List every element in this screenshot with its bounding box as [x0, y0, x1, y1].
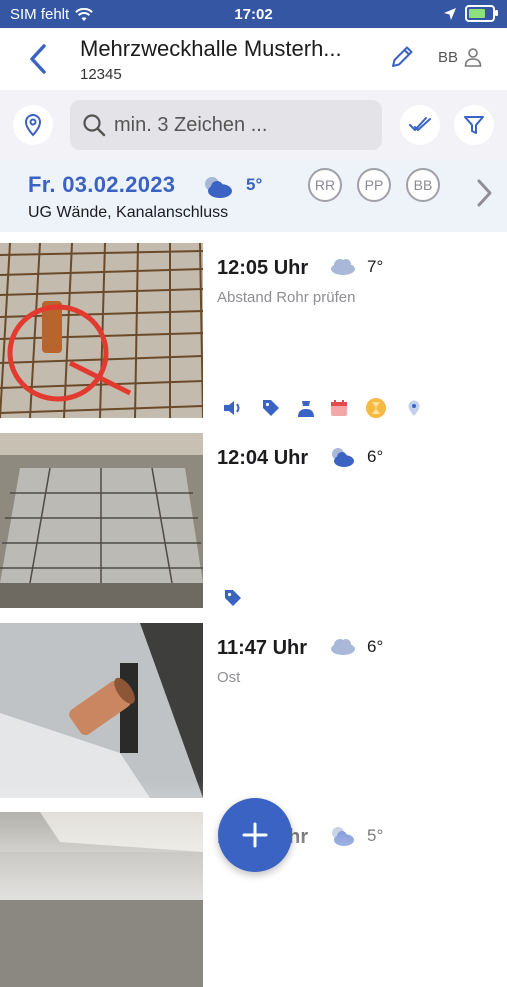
participant-badge[interactable]: RR: [308, 168, 342, 202]
entry-temperature: 6°: [367, 637, 384, 656]
hourglass-icon: [365, 397, 387, 419]
log-entry[interactable]: 12:04 Uhr 6°: [0, 433, 507, 608]
location-arrow-icon: [444, 7, 456, 20]
edit-pencil-icon[interactable]: [388, 43, 416, 71]
participant-badge[interactable]: BB: [406, 168, 440, 202]
search-input[interactable]: min. 3 Zeichen ...: [70, 100, 382, 150]
location-pin-icon: [24, 114, 42, 137]
back-chevron-icon[interactable]: [24, 42, 54, 76]
location-filter-button[interactable]: [13, 105, 53, 145]
status-bar: SIM fehlt 17:02: [0, 0, 507, 28]
page-title: Mehrzweckhalle Musterh...: [80, 36, 342, 61]
search-icon: [83, 114, 106, 137]
day-header[interactable]: Fr. 03.02.2023 5° UG Wände, Kanalanschlu…: [0, 160, 507, 232]
cloud-icon: [331, 639, 355, 655]
entry-note: Abstand Rohr prüfen: [217, 289, 356, 306]
sun-cloud-icon: [332, 827, 354, 846]
sun-cloud-icon: [332, 448, 354, 467]
search-placeholder: min. 3 Zeichen ...: [114, 113, 268, 136]
add-entry-button[interactable]: [218, 798, 292, 872]
day-date: Fr. 03.02.2023: [28, 172, 176, 197]
speaker-icon: [222, 397, 244, 419]
user-button[interactable]: BB: [438, 47, 482, 67]
entry-time: 12:05 Uhr: [217, 257, 309, 279]
filter-funnel-icon: [464, 116, 484, 134]
log-entry[interactable]: 12:05 Uhr 7° Abstand Rohr prüfen: [0, 243, 507, 418]
entry-time: 12:04 Uhr: [217, 447, 309, 469]
day-temperature: 5°: [246, 175, 263, 194]
day-description: UG Wände, Kanalanschluss: [28, 204, 229, 221]
user-initials: BB: [438, 48, 459, 66]
chevron-right-icon[interactable]: [474, 178, 494, 208]
entry-time: 11:47 Uhr: [217, 637, 308, 659]
nav-header: Mehrzweckhalle Musterh... 12345 BB: [0, 28, 507, 90]
select-mode-button[interactable]: [400, 105, 440, 145]
person-outline-icon: [464, 48, 482, 67]
log-entry[interactable]: 11:47 Uhr 6° Ost: [0, 623, 507, 798]
battery-icon: [465, 5, 498, 22]
calendar-icon: [328, 397, 350, 419]
entry-temperature: 7°: [367, 257, 384, 276]
tag-icon: [222, 587, 244, 609]
participant-badge[interactable]: PP: [357, 168, 391, 202]
sun-cloud-icon: [205, 177, 232, 198]
location-pin-icon: [403, 397, 425, 419]
photo-thumbnail[interactable]: [0, 243, 203, 418]
entry-temperature: 5°: [367, 826, 384, 845]
project-number: 12345: [80, 66, 122, 83]
entry-note: Ost: [217, 669, 241, 686]
clock: 17:02: [234, 6, 273, 23]
photo-thumbnail[interactable]: [0, 623, 203, 798]
filter-button[interactable]: [454, 105, 494, 145]
search-toolbar: min. 3 Zeichen ...: [0, 90, 507, 160]
plus-icon: [242, 822, 268, 848]
person-icon: [295, 397, 317, 419]
cloud-icon: [331, 259, 355, 275]
double-check-icon: [409, 117, 431, 131]
photo-thumbnail[interactable]: [0, 433, 203, 608]
tag-icon: [260, 397, 282, 419]
entry-temperature: 6°: [367, 447, 384, 466]
